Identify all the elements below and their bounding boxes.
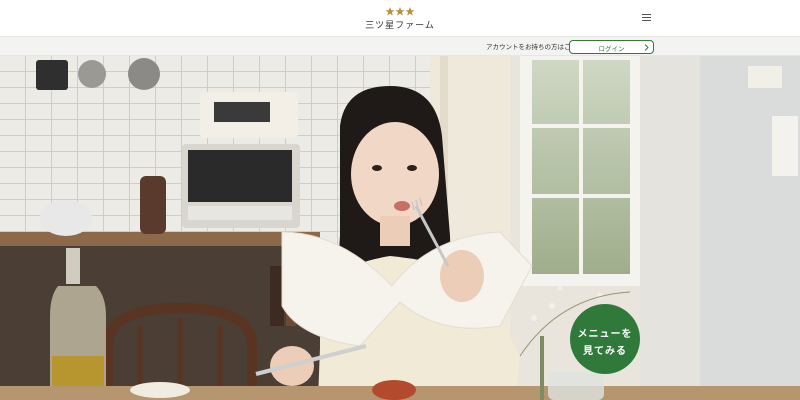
- account-bar: アカウントをお持ちの方はこちら ログイン: [0, 36, 800, 56]
- site-logo[interactable]: 三ツ星ファーム: [362, 6, 438, 32]
- hamburger-menu-icon[interactable]: [638, 12, 656, 24]
- chevron-right-icon: [644, 44, 649, 51]
- hero-photo: [0, 56, 800, 400]
- view-menu-label-line2: 見てみる: [583, 346, 627, 357]
- login-button[interactable]: ログイン: [569, 40, 654, 54]
- three-stars-icon: [362, 6, 438, 16]
- hero-section: メニューを 見てみる: [0, 56, 800, 400]
- view-menu-label-line1: メニューを: [577, 329, 633, 340]
- site-header: 三ツ星ファーム: [0, 0, 800, 36]
- login-label: ログイン: [598, 45, 625, 53]
- logo-text: 三ツ星ファーム: [365, 21, 435, 31]
- view-menu-button[interactable]: メニューを 見てみる: [570, 304, 640, 374]
